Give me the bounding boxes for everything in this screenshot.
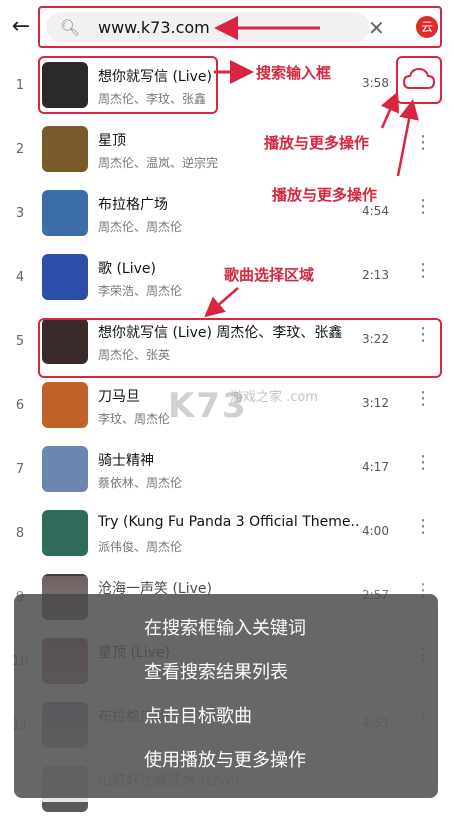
more-options-icon[interactable]: ⋮ <box>414 262 432 280</box>
song-title: 布拉格广场 <box>98 197 168 213</box>
song-title: 星顶 <box>98 133 126 149</box>
album-cover <box>42 254 88 300</box>
song-row[interactable]: 8 Try (Kung Fu Panda 3 Official Theme... 派… <box>0 504 454 568</box>
song-index: 3 <box>15 206 25 221</box>
song-title: 骑士精神 <box>98 453 154 469</box>
cloud-icon <box>402 67 436 89</box>
song-selection-highlight <box>38 318 442 378</box>
song-row[interactable]: 7 骑士精神蔡依林、周杰伦 4:17 ⋮ <box>0 440 454 504</box>
song-duration: 4:00 <box>362 524 389 538</box>
search-query: www.k73.com <box>98 18 210 37</box>
song-index: 1 <box>15 78 25 93</box>
step-3: 点击目标歌曲 <box>144 706 252 727</box>
step-2: 查看搜索结果列表 <box>144 662 288 683</box>
song-duration: 2:13 <box>362 268 389 282</box>
song-artist: 周杰伦、周杰伦 <box>98 220 183 234</box>
annotation-play-more-1: 播放与更多操作 <box>264 134 370 152</box>
song-duration: 4:17 <box>362 460 389 474</box>
search-icon: 🔍︎ <box>60 18 81 37</box>
annotation-search-box: 搜索输入框 <box>256 64 332 82</box>
clear-icon[interactable]: ✕ <box>368 16 385 40</box>
cloud-download-button[interactable] <box>396 56 442 104</box>
annotation-song-area: 歌曲选择区域 <box>224 266 315 284</box>
more-options-icon[interactable]: ⋮ <box>414 198 432 216</box>
song-duration: 4:54 <box>362 204 389 218</box>
song-title: 歌 (Live) <box>98 261 156 277</box>
song-index: 7 <box>15 462 25 477</box>
more-options-icon[interactable]: ⋮ <box>414 390 432 408</box>
song-row[interactable]: 3 布拉格广场周杰伦、周杰伦 4:54 ⋮ <box>0 184 454 248</box>
song-row[interactable]: 2 星顶周杰伦、温岚、逆宗完 ⋮ <box>0 120 454 184</box>
song-duration: 3:58 <box>362 76 389 90</box>
step-1: 在搜索框输入关键词 <box>144 618 306 639</box>
search-box-highlight: 🔍︎ www.k73.com ✕ 云 <box>38 6 442 48</box>
top-bar: ← 🔍︎ www.k73.com ✕ 云 <box>0 0 454 56</box>
song-index: 4 <box>15 270 25 285</box>
more-options-icon[interactable]: ⋮ <box>414 518 432 536</box>
instruction-overlay: 在搜索框输入关键词 查看搜索结果列表 点击目标歌曲 使用播放与更多操作 <box>14 594 438 798</box>
song-index: 5 <box>15 334 25 349</box>
song-artist: 派伟俊、周杰伦 <box>98 540 183 554</box>
album-cover <box>42 190 88 236</box>
song-artist: 李玟、周杰伦 <box>98 412 171 426</box>
song-artist: 李荣浩、周杰伦 <box>98 284 183 298</box>
watermark-sub: 游戏之家 .com <box>230 390 319 405</box>
more-options-icon[interactable]: ⋮ <box>414 454 432 472</box>
search-input[interactable]: 🔍︎ www.k73.com ✕ <box>46 12 385 42</box>
song-index: 6 <box>15 398 25 413</box>
back-arrow-icon[interactable]: ← <box>8 14 34 40</box>
song-index: 8 <box>15 526 25 541</box>
album-cover <box>42 382 88 428</box>
song-index: 2 <box>15 142 25 157</box>
annotation-play-more-2: 播放与更多操作 <box>272 186 378 204</box>
album-cover <box>42 126 88 172</box>
album-cover <box>42 510 88 556</box>
step-4: 使用播放与更多操作 <box>144 750 306 771</box>
song-artist: 周杰伦、温岚、逆宗完 <box>98 156 219 170</box>
song-title: Try (Kung Fu Panda 3 Official Theme... <box>98 514 360 530</box>
album-cover <box>42 446 88 492</box>
song-artist: 蔡依林、周杰伦 <box>98 476 183 490</box>
more-options-icon[interactable]: ⋮ <box>414 134 432 152</box>
first-song-highlight <box>38 56 218 114</box>
song-title: 刀马旦 <box>98 389 140 405</box>
cloud-account-button[interactable]: 云 <box>416 16 438 38</box>
song-duration: 3:12 <box>362 396 389 410</box>
